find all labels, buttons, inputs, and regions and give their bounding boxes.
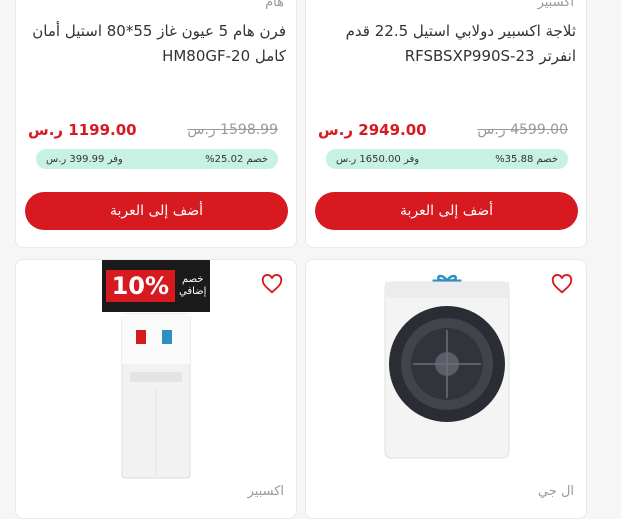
discount-percent: خصم 35.88% xyxy=(495,153,558,165)
product-card-oven[interactable]: هام فرن هام 5 عيون غاز 55*80 استيل أمان … xyxy=(15,0,297,248)
product-brand: هام xyxy=(265,0,284,10)
product-old-price: 4599.00 ر.س xyxy=(477,122,568,138)
product-brand: اكسبير xyxy=(247,484,284,499)
product-image-water-dispenser[interactable] xyxy=(116,310,196,480)
savings-amount: وفر 399.99 ر.س xyxy=(46,153,123,165)
savings-amount: وفر 1650.00 ر.س xyxy=(336,153,420,165)
product-price: 1199.00 ر.س xyxy=(28,121,137,139)
promo-badge-percent: 10% xyxy=(105,270,176,302)
product-price: 2949.00 ر.س xyxy=(318,121,427,139)
add-to-cart-button[interactable]: أضف إلى العربة xyxy=(25,192,288,230)
heart-icon[interactable] xyxy=(261,273,283,295)
product-brand: اكسبير xyxy=(537,0,574,10)
product-card-dryer[interactable]: ال جي xyxy=(305,259,587,519)
discount-percent: خصم 25.02% xyxy=(205,153,268,165)
savings-badge: خصم 25.02% وفر 399.99 ر.س xyxy=(36,149,278,169)
product-title[interactable]: فرن هام 5 عيون غاز 55*80 استيل أمان كامل… xyxy=(24,19,286,69)
product-brand: ال جي xyxy=(537,484,574,499)
add-to-cart-button[interactable]: أضف إلى العربة xyxy=(315,192,578,230)
product-old-price: 1598.99 ر.س xyxy=(187,122,278,138)
promo-badge: خصم إضافي 10% xyxy=(102,260,210,312)
product-title[interactable]: ثلاجة اكسبير دولابي استيل 22.5 قدم انفرت… xyxy=(314,19,576,69)
heart-icon[interactable] xyxy=(551,273,573,295)
promo-badge-label: خصم إضافي xyxy=(179,274,207,297)
product-image-dryer[interactable] xyxy=(377,280,517,460)
product-card-water-dispenser[interactable]: خصم إضافي 10% اكسبير xyxy=(15,259,297,519)
product-card-fridge[interactable]: اكسبير ثلاجة اكسبير دولابي استيل 22.5 قد… xyxy=(305,0,587,248)
savings-badge: خصم 35.88% وفر 1650.00 ر.س xyxy=(326,149,568,169)
